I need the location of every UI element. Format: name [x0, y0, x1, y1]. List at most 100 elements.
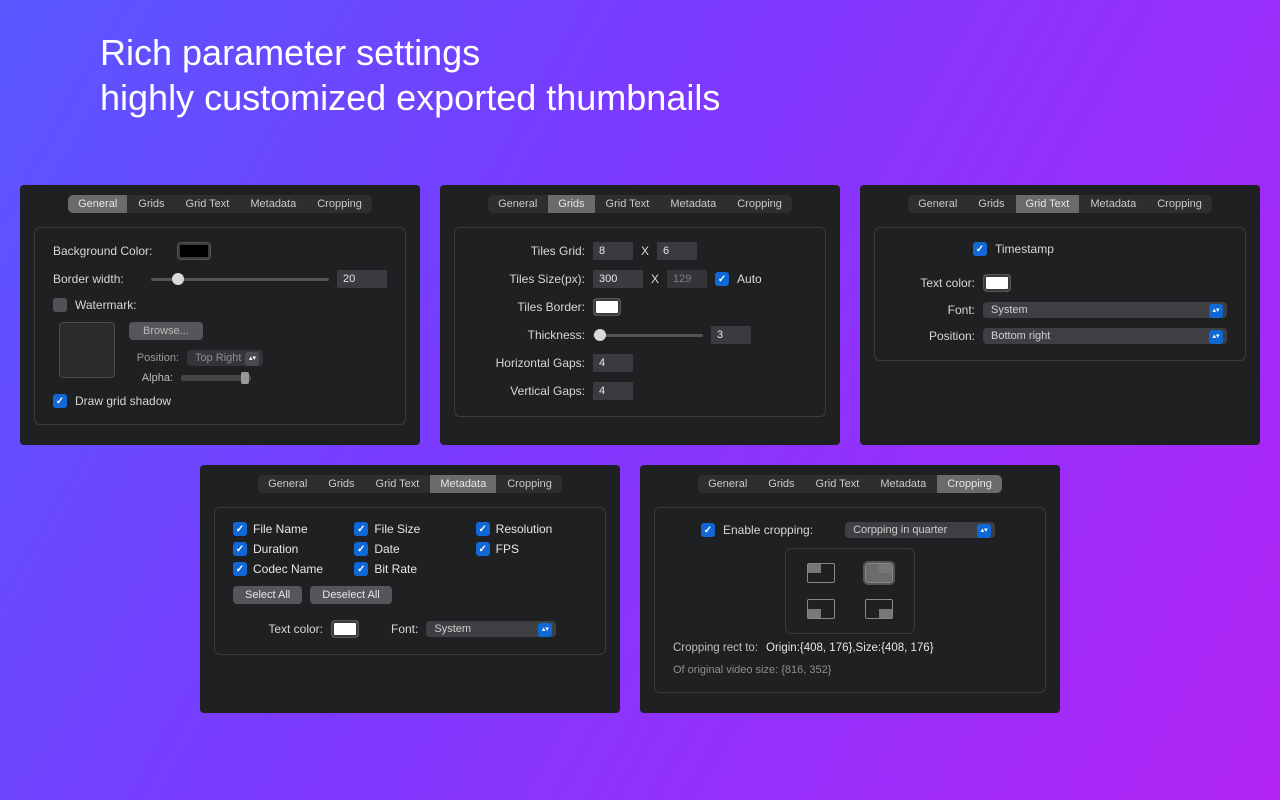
gt-position-value: Bottom right [991, 330, 1050, 342]
tab-general[interactable]: General [68, 195, 128, 213]
tiles-grid-x[interactable] [593, 242, 633, 260]
gridtext-group: Timestamp Text color: Font: System ▴▾ Po… [874, 227, 1246, 361]
gt-position-select[interactable]: Bottom right ▴▾ [983, 328, 1227, 344]
panel-general: General Grids Grid Text Metadata Croppin… [20, 185, 420, 445]
tiles-border-color[interactable] [593, 298, 621, 316]
metadata-checks: File Name File Size Resolution Duration … [233, 522, 587, 576]
lbl-duration: Duration [253, 542, 298, 556]
tiles-size-w[interactable] [593, 270, 643, 288]
md-font-select[interactable]: System ▴▾ [426, 621, 556, 637]
hgap-value[interactable] [593, 354, 633, 372]
tiles-grid-y[interactable] [657, 242, 697, 260]
tab-grid-text[interactable]: Grid Text [596, 195, 661, 213]
md-font-label: Font: [391, 622, 418, 636]
lbl-filename: File Name [253, 522, 308, 536]
chk-duration[interactable] [233, 542, 247, 556]
lbl-resolution: Resolution [496, 522, 553, 536]
grid-shadow-checkbox[interactable] [53, 394, 67, 408]
gt-font-label: Font: [893, 303, 975, 317]
chk-date[interactable] [354, 542, 368, 556]
wm-position-value: Top Right [195, 352, 241, 364]
thickness-slider[interactable] [593, 327, 703, 343]
tab-grids[interactable]: Grids [548, 195, 595, 213]
lbl-bitrate: Bit Rate [374, 562, 417, 576]
tab-grid-text[interactable]: Grid Text [806, 475, 871, 493]
select-all-button[interactable]: Select All [233, 586, 302, 604]
md-textcolor-well[interactable] [331, 620, 359, 638]
tab-metadata[interactable]: Metadata [430, 475, 497, 493]
crop-bottom-right[interactable] [865, 599, 893, 619]
chk-filename[interactable] [233, 522, 247, 536]
browse-button[interactable]: Browse... [129, 322, 203, 340]
deselect-all-button[interactable]: Deselect All [310, 586, 391, 604]
tab-cropping[interactable]: Cropping [307, 195, 372, 213]
tiles-border-label: Tiles Border: [473, 300, 585, 314]
tab-metadata[interactable]: Metadata [1080, 195, 1147, 213]
chk-bitrate[interactable] [354, 562, 368, 576]
chk-filesize[interactable] [354, 522, 368, 536]
lbl-filesize: File Size [374, 522, 420, 536]
thickness-value[interactable] [711, 326, 751, 344]
tab-grid-text[interactable]: Grid Text [176, 195, 241, 213]
tiles-size-h[interactable] [667, 270, 707, 288]
tab-cropping[interactable]: Cropping [497, 475, 562, 493]
tab-grid-text[interactable]: Grid Text [366, 475, 431, 493]
x-separator: X [641, 244, 649, 258]
chevron-updown-icon: ▴▾ [538, 623, 552, 637]
crop-quarter-picker [785, 548, 915, 634]
gt-font-select[interactable]: System ▴▾ [983, 302, 1227, 318]
tab-general[interactable]: General [908, 195, 968, 213]
panel-metadata: General Grids Grid Text Metadata Croppin… [200, 465, 620, 713]
chevron-updown-icon: ▴▾ [245, 352, 259, 366]
chevron-updown-icon: ▴▾ [1209, 330, 1223, 344]
tab-grids[interactable]: Grids [968, 195, 1015, 213]
tab-general[interactable]: General [258, 475, 318, 493]
chk-resolution[interactable] [476, 522, 490, 536]
watermark-thumbnail[interactable] [59, 322, 115, 378]
tabs-cropping: General Grids Grid Text Metadata Croppin… [698, 475, 1002, 493]
tab-metadata[interactable]: Metadata [240, 195, 307, 213]
chevron-updown-icon: ▴▾ [1209, 304, 1223, 318]
tab-grids[interactable]: Grids [128, 195, 175, 213]
bg-color-well[interactable] [177, 242, 211, 260]
enable-cropping-checkbox[interactable] [701, 523, 715, 537]
alpha-slider[interactable] [181, 375, 251, 381]
panel-cropping: General Grids Grid Text Metadata Croppin… [640, 465, 1060, 713]
tabs-metadata: General Grids Grid Text Metadata Croppin… [258, 475, 562, 493]
tabs-grids: General Grids Grid Text Metadata Croppin… [488, 195, 792, 213]
tab-cropping[interactable]: Cropping [727, 195, 792, 213]
md-textcolor-label: Text color: [233, 622, 323, 636]
bg-color-label: Background Color: [53, 244, 169, 258]
chk-fps[interactable] [476, 542, 490, 556]
auto-checkbox[interactable] [715, 272, 729, 286]
vgap-value[interactable] [593, 382, 633, 400]
enable-cropping-label: Enable cropping: [723, 523, 813, 537]
tab-cropping[interactable]: Cropping [1147, 195, 1212, 213]
cropping-group: Enable cropping: Corpping in quarter ▴▾ … [654, 507, 1046, 693]
tab-cropping[interactable]: Cropping [937, 475, 1002, 493]
tab-grids[interactable]: Grids [758, 475, 805, 493]
crop-bottom-left[interactable] [807, 599, 835, 619]
chk-codec[interactable] [233, 562, 247, 576]
crop-top-right[interactable] [865, 563, 893, 583]
tab-general[interactable]: General [488, 195, 548, 213]
tab-grid-text[interactable]: Grid Text [1016, 195, 1081, 213]
original-size-label: Of original video size: {816, 352} [673, 664, 831, 676]
chevron-updown-icon: ▴▾ [977, 524, 991, 538]
wm-position-select[interactable]: Top Right ▴▾ [187, 350, 263, 366]
border-width-slider[interactable] [151, 271, 329, 287]
watermark-checkbox[interactable] [53, 298, 67, 312]
cropping-mode-select[interactable]: Corpping in quarter ▴▾ [845, 522, 995, 538]
crop-top-left[interactable] [807, 563, 835, 583]
headline: Rich parameter settings highly customize… [100, 30, 720, 120]
tab-metadata[interactable]: Metadata [870, 475, 937, 493]
tab-metadata[interactable]: Metadata [660, 195, 727, 213]
timestamp-checkbox[interactable] [973, 242, 987, 256]
border-width-value[interactable] [337, 270, 387, 288]
border-width-label: Border width: [53, 272, 143, 286]
tab-general[interactable]: General [698, 475, 758, 493]
gt-textcolor-well[interactable] [983, 274, 1011, 292]
md-font-value: System [434, 623, 471, 635]
lbl-date: Date [374, 542, 399, 556]
tab-grids[interactable]: Grids [318, 475, 365, 493]
